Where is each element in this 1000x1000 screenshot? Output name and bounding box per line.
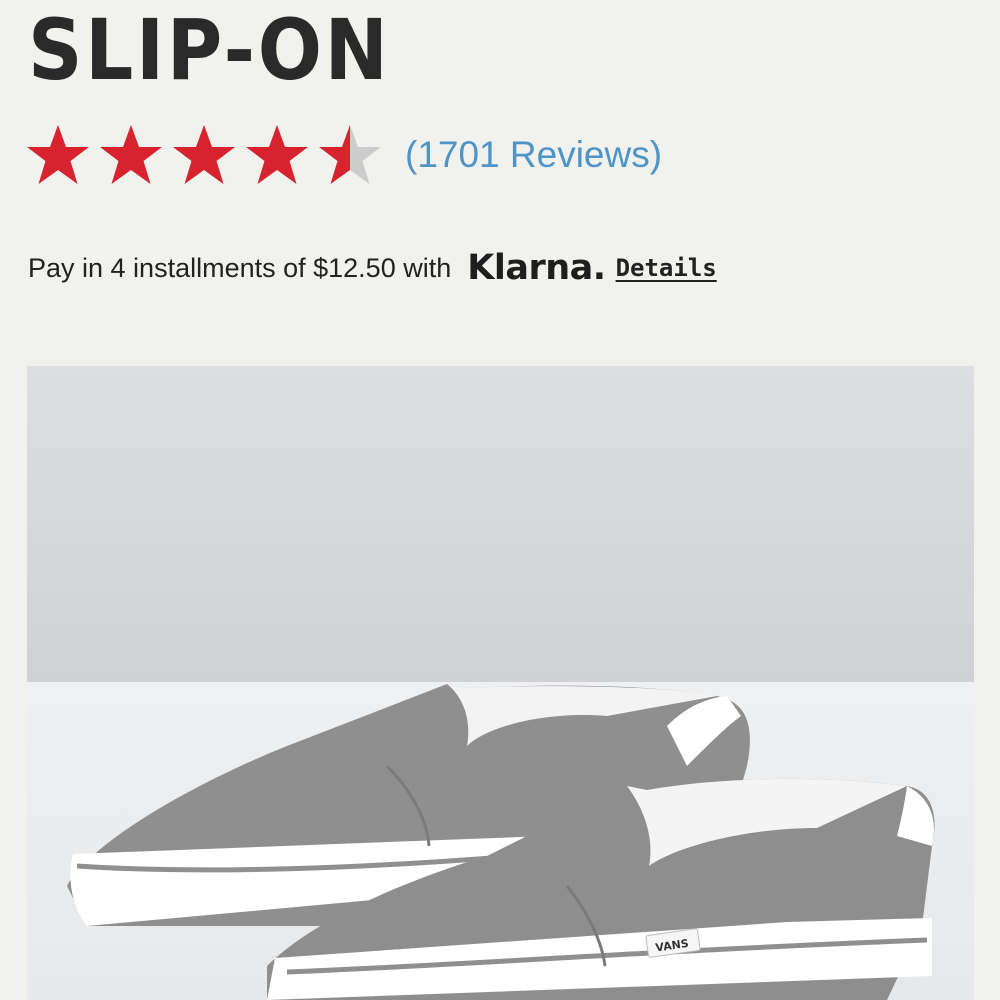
rating-row: (1701 Reviews) xyxy=(26,120,662,190)
star-half-icon xyxy=(319,125,381,184)
slip-on-shoes-photo: VANS xyxy=(27,366,974,1000)
star-rating xyxy=(26,123,391,187)
reviews-link[interactable]: (1701 Reviews) xyxy=(405,134,662,176)
star-filled-icon xyxy=(27,125,89,184)
star-filled-icon xyxy=(173,125,235,184)
product-header: SLIP-ON (1701 Reviews) Pay in 4 installm… xyxy=(0,0,1000,366)
details-link[interactable]: Details xyxy=(616,254,717,282)
star-filled-icon xyxy=(100,125,162,184)
installments-text: Pay in 4 installments of $12.50 with xyxy=(28,252,452,283)
installments-row: Pay in 4 installments of $12.50 with Kla… xyxy=(28,244,717,292)
product-image[interactable]: VANS xyxy=(27,366,974,1000)
backdrop-wall xyxy=(27,366,974,682)
product-title: SLIP-ON xyxy=(28,1,391,99)
star-filled-icon xyxy=(246,125,308,184)
klarna-logo: Klarna. xyxy=(467,248,606,288)
